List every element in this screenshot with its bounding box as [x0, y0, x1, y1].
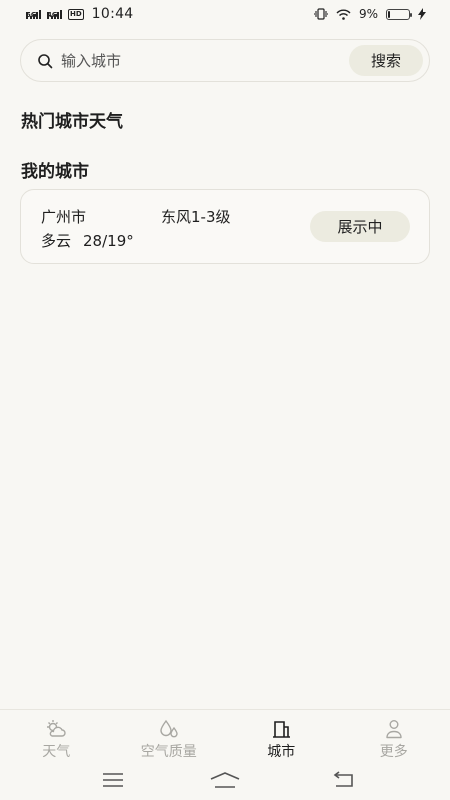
city-temperature: 28/19°: [83, 232, 134, 250]
status-bar: 5G 4G HD 10:44 9%: [0, 0, 450, 28]
search-input[interactable]: [61, 51, 349, 70]
battery-icon: [386, 8, 412, 20]
wifi-icon: [336, 9, 351, 20]
home-icon[interactable]: [209, 770, 241, 790]
partly-cloudy-icon: [47, 720, 66, 737]
my-cities-title: 我的城市: [21, 162, 89, 182]
search-icon: [38, 53, 53, 68]
back-icon[interactable]: [332, 770, 356, 790]
tab-air-quality-label: 空气质量: [140, 744, 197, 760]
bottom-tab-bar: 天气 空气质量 城市 更多: [0, 709, 450, 764]
status-left: 5G 4G HD 10:44: [26, 6, 134, 22]
city-name: 广州市: [41, 208, 87, 226]
system-nav-bar: [0, 764, 450, 800]
clock: 10:44: [91, 6, 134, 22]
status-right: 9%: [313, 7, 426, 21]
city-card[interactable]: 广州市 东风1-3级 多云 28/19° 展示中: [20, 189, 430, 264]
building-icon: [273, 721, 291, 738]
battery-level: [388, 10, 390, 18]
network-5g-label: 5G: [26, 11, 37, 19]
search-bar: 搜索: [20, 39, 430, 82]
city-weather-row: 多云 28/19°: [41, 230, 134, 251]
hot-cities-title: 热门城市天气: [21, 112, 123, 132]
tab-city-label: 城市: [267, 744, 296, 760]
hd-badge: HD: [68, 8, 84, 20]
droplets-icon: [160, 719, 178, 738]
displaying-button[interactable]: 展示中: [310, 211, 410, 242]
network-4g-label: 4G: [47, 11, 58, 19]
tab-weather[interactable]: 天气: [0, 710, 113, 764]
city-wind: 东风1-3级: [161, 208, 231, 226]
tab-weather-label: 天气: [42, 744, 71, 760]
tab-city[interactable]: 城市: [225, 710, 338, 764]
tab-more[interactable]: 更多: [338, 710, 450, 764]
menu-icon[interactable]: [101, 770, 125, 790]
vibrate-icon: [313, 8, 328, 20]
signal-5g-icon: 5G: [26, 9, 41, 19]
person-icon: [386, 720, 402, 739]
city-weather: 多云: [41, 232, 72, 250]
tab-more-label: 更多: [379, 744, 408, 760]
charging-icon: [418, 8, 426, 20]
tab-air-quality[interactable]: 空气质量: [113, 710, 226, 764]
search-button[interactable]: 搜索: [349, 45, 423, 76]
battery-percent: 9%: [358, 7, 378, 21]
signal-4g-icon: 4G: [47, 9, 62, 19]
